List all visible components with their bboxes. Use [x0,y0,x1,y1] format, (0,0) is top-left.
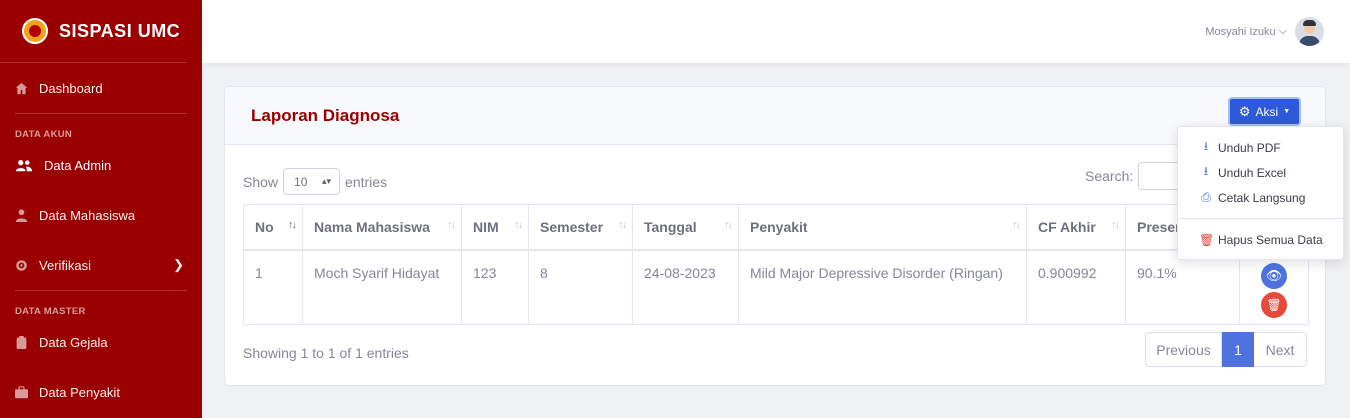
sidebar-item-data-penyakit[interactable]: Data Penyakit [0,367,202,417]
menu-item-unduh-excel[interactable]: ⭳ Unduh Excel [1178,160,1343,185]
chevron-down-icon: ⌵ [1278,25,1287,37]
print-icon: ⎙ [1201,190,1211,204]
menu-divider [1178,218,1343,219]
search-label: Search: [1085,168,1134,184]
caret-down-icon: ▼ [1283,108,1291,115]
aksi-label: Aksi [1255,104,1279,119]
entries-length: Show 10 ▴▾ entries [243,168,387,195]
brand[interactable]: SISPASI UMC [0,0,187,63]
sidebar: SISPASI UMC Dashboard DATA AKUN Data Adm… [0,0,202,418]
users-icon [15,159,33,171]
user-menu[interactable]: Mosyahi Izuku ⌵ [1205,17,1324,46]
aksi-button[interactable]: ⚙ Aksi ▼ [1228,97,1301,126]
topbar: Mosyahi Izuku ⌵ [202,0,1350,63]
delete-button[interactable]: 🗑 [1261,291,1287,318]
sidebar-item-data-admin[interactable]: Data Admin [0,140,202,190]
sort-icon: ↑↓ [1012,219,1021,231]
menu-item-label: Cetak Langsung [1218,190,1306,205]
show-label: Show [243,173,279,190]
sidebar-item-label: Data Penyakit [39,384,120,400]
sort-icon: ↑↓ [288,219,297,231]
download-icon: ⭳ [1203,139,1209,153]
cell-nama: Moch Syarif Hidayat [302,249,462,325]
brand-name: SISPASI UMC [59,20,181,41]
col-header-cf-akhir[interactable]: CF Akhir ↑↓ [1026,204,1126,251]
menu-item-label: Hapus Semua Data [1218,232,1323,247]
cell-nim: 123 [461,249,529,325]
user-name: Mosyahi Izuku [1205,25,1276,38]
sidebar-item-data-gejala[interactable]: Data Gejala [0,317,202,367]
user-tie-icon [15,208,28,222]
clipboard-icon [16,335,27,349]
trash-icon: 🗑 [1266,297,1282,312]
col-header-tanggal[interactable]: Tanggal ↑↓ [632,204,739,251]
sidebar-item-label: Verifikasi [39,257,92,273]
trash-icon: 🗑 [1199,232,1215,247]
cell-cf-akhir: 0.900992 [1026,249,1126,325]
table-info: Showing 1 to 1 of 1 entries [243,345,409,361]
search-input[interactable] [1138,162,1178,190]
cell-penyakit: Mild Major Depressive Disorder (Ringan) [738,249,1027,325]
pagination: Previous 1 Next [1145,332,1307,367]
card-header: Laporan Diagnosa ⚙ Aksi ▼ [225,87,1325,145]
aksi-dropdown-menu: ⭳ Unduh PDF ⭳ Unduh Excel ⎙ Cetak Langsu… [1177,126,1344,260]
sort-icon: ↑↓ [514,219,523,231]
gear-icon: ⚙ [1238,103,1251,119]
chevron-right-icon: ❯ [173,257,184,272]
sidebar-item-data-mahasiswa[interactable]: Data Mahasiswa [0,190,202,240]
sort-icon: ↑↓ [1111,219,1120,231]
col-header-nim[interactable]: NIM ↑↓ [461,204,529,251]
sort-icon: ↑↓ [447,219,456,231]
download-icon: ⭳ [1203,164,1209,178]
col-header-penyakit[interactable]: Penyakit ↑↓ [738,204,1027,251]
cell-aksi: 👁 🗑 [1239,249,1309,325]
brand-logo-icon [22,18,48,44]
menu-item-label: Unduh Excel [1218,165,1287,180]
entries-value: 10 [294,174,308,189]
cell-tanggal: 24-08-2023 [632,249,739,325]
sidebar-item-label: Dashboard [39,80,103,96]
table-header-row: No ↑↓ Nama Mahasiswa ↑↓ NIM ↑↓ Semester ↑↓ T… [243,204,1309,251]
entries-label: entries [345,173,388,190]
sidebar-item-verifikasi[interactable]: Verifikasi ❯ [0,240,202,290]
page-1-button[interactable]: 1 [1222,332,1254,367]
sidebar-heading-master: DATA MASTER [15,306,86,317]
home-icon [15,82,28,94]
sidebar-item-label: Data Admin [44,157,112,173]
page-title: Laporan Diagnosa [251,106,400,125]
col-header-semester[interactable]: Semester ↑↓ [528,204,633,251]
menu-item-cetak[interactable]: ⎙ Cetak Langsung [1178,185,1343,210]
entries-select[interactable]: 10 ▴▾ [283,168,341,195]
sort-icon: ↑↓ [724,219,733,231]
menu-item-hapus-semua[interactable]: 🗑 Hapus Semua Data [1178,227,1343,252]
briefcase-medical-icon [15,385,28,398]
table-row: 1 Moch Syarif Hidayat 123 8 24-08-2023 M… [243,249,1309,325]
cell-no: 1 [243,249,303,325]
diagnosa-table: No ↑↓ Nama Mahasiswa ↑↓ NIM ↑↓ Semester ↑↓ T… [243,204,1309,325]
sidebar-item-label: Data Mahasiswa [39,207,136,223]
previous-button[interactable]: Previous [1145,332,1222,367]
menu-item-unduh-pdf[interactable]: ⭳ Unduh PDF [1178,135,1343,160]
menu-item-label: Unduh PDF [1218,140,1281,155]
cell-semester: 8 [528,249,633,325]
avatar [1295,17,1324,46]
laporan-card: Laporan Diagnosa ⚙ Aksi ▼ Show 10 ▴▾ ent… [224,86,1326,386]
cell-presentase: 90.1% [1125,249,1240,325]
cog-icon [16,259,27,271]
next-button[interactable]: Next [1254,332,1307,367]
eye-icon: 👁 [1265,267,1283,283]
view-button[interactable]: 👁 [1261,262,1287,289]
col-header-no[interactable]: No ↑↓ [243,204,303,251]
sidebar-item-label: Data Gejala [39,334,108,350]
updown-arrow-icon: ▴▾ [321,176,332,186]
sidebar-item-dashboard[interactable]: Dashboard [0,63,202,113]
col-header-nama[interactable]: Nama Mahasiswa ↑↓ [302,204,462,251]
sidebar-heading-akun: DATA AKUN [15,129,73,140]
sort-icon: ↑↓ [618,219,627,231]
